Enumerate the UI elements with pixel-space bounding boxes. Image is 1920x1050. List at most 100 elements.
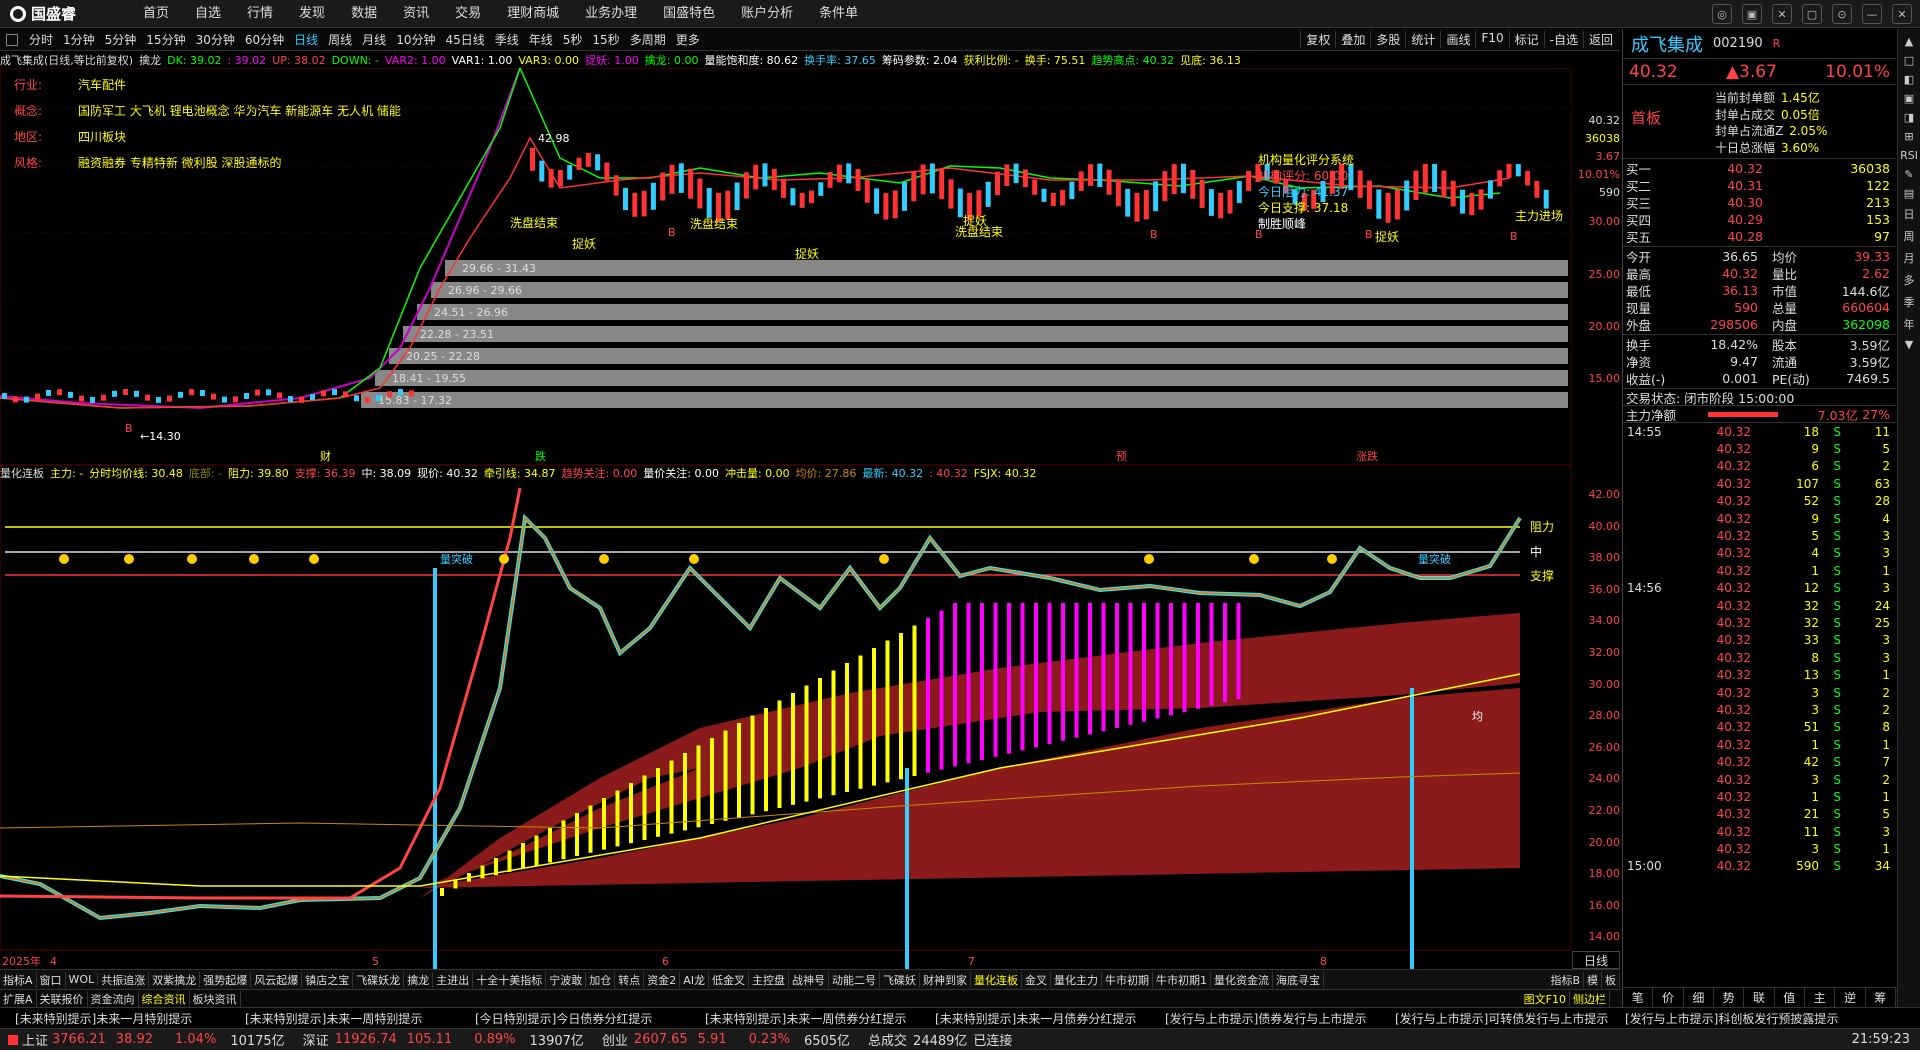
bottom-tab[interactable]: 关联报价 [37, 990, 88, 1007]
menu-交易[interactable]: 交易 [442, 0, 494, 28]
side-tool-icon[interactable]: ✎ [1898, 168, 1920, 181]
news-item[interactable]: [未来特别提示]未来一周特别提示 [245, 1010, 460, 1027]
menu-账户分析[interactable]: 账户分析 [728, 0, 806, 28]
side-tool-icon[interactable]: 年 [1898, 316, 1920, 332]
formula-tab[interactable]: 动能二号 [829, 971, 880, 988]
quote-tab[interactable]: 联 [1744, 988, 1775, 1007]
formula-tab[interactable]: 十全十美指标 [473, 971, 547, 988]
side-tool-icon[interactable]: ▣ [1898, 92, 1920, 105]
formula-tab[interactable]: 指标B [1547, 971, 1584, 988]
window-control-icon[interactable]: ⊙ [1832, 4, 1852, 24]
quote-tab[interactable]: 主 [1805, 988, 1836, 1007]
formula-tab[interactable]: 金叉 [1022, 971, 1051, 988]
menu-首页[interactable]: 首页 [130, 0, 182, 28]
period-年线[interactable]: 年线 [524, 31, 558, 48]
period-周线[interactable]: 周线 [323, 31, 357, 48]
stock-name[interactable]: 成飞集成 [1631, 31, 1703, 57]
formula-tab[interactable]: 双紫擒龙 [149, 971, 201, 988]
window-control-icon[interactable]: ▢ [1802, 4, 1822, 24]
side-tool-icon[interactable]: 日 [1898, 206, 1920, 222]
formula-tab[interactable]: 量化连板 [971, 971, 1022, 988]
side-tool-icon[interactable]: ▼ [1898, 338, 1920, 351]
tool--自选[interactable]: -自选 [1543, 31, 1583, 48]
side-tool-icon[interactable]: □ [1898, 54, 1920, 67]
period-60分钟[interactable]: 60分钟 [240, 31, 289, 48]
quote-tab[interactable]: 细 [1684, 988, 1714, 1007]
quote-tab[interactable]: 值 [1775, 988, 1805, 1007]
formula-tab[interactable]: 量化资金流 [1211, 971, 1273, 988]
period-多周期[interactable]: 多周期 [625, 31, 671, 48]
period-更多[interactable]: 更多 [671, 31, 705, 48]
side-tool-icon[interactable]: 周 [1898, 228, 1920, 244]
tool-F10[interactable]: F10 [1475, 31, 1508, 48]
period-5分钟[interactable]: 5分钟 [100, 31, 142, 48]
tool-复权[interactable]: 复权 [1300, 31, 1335, 48]
period-季线[interactable]: 季线 [490, 31, 524, 48]
news-item[interactable]: [发行与上市提示]可转债发行与上市提示 [1395, 1010, 1610, 1027]
bottom-tab[interactable]: 扩展A [0, 990, 37, 1007]
period-45日线[interactable]: 45日线 [440, 31, 489, 48]
formula-tab[interactable]: 飞碟妖龙 [353, 971, 405, 988]
news-item[interactable]: [发行与上市提示]债券发行与上市提示 [1165, 1010, 1380, 1027]
formula-tab[interactable]: 飞碟妖 [880, 971, 920, 988]
formula-tab[interactable]: 风云起爆 [251, 971, 303, 988]
chart-canvas[interactable]: 29.66 - 31.43 26.96 - 29.66 24.51 - 26.96 2… [0, 68, 1572, 969]
formula-tab[interactable]: 模 [1584, 971, 1602, 988]
menu-理财商城[interactable]: 理财商城 [494, 0, 572, 28]
window-control-icon[interactable]: ✕ [1772, 4, 1792, 24]
bottom-tab[interactable]: 图文F10 [1521, 990, 1570, 1007]
menu-条件单[interactable]: 条件单 [806, 0, 871, 28]
window-control-icon[interactable]: ◎ [1712, 4, 1732, 24]
formula-tab[interactable]: WOL [66, 973, 99, 986]
news-item[interactable]: [未来特别提示]未来一月债券分红提示 [935, 1010, 1150, 1027]
window-control-icon[interactable]: — [1862, 4, 1882, 24]
period-10分钟[interactable]: 10分钟 [391, 31, 440, 48]
formula-tab[interactable]: 战神号 [789, 971, 829, 988]
quote-tab[interactable]: 筹 [1866, 988, 1896, 1007]
news-item[interactable]: [发行与上市提示]科创板发行预披露提示 [1625, 1010, 1840, 1027]
news-item[interactable]: [今日特别提示]今日债券分红提示 [475, 1010, 690, 1027]
side-tool-icon[interactable]: ⊞ [1898, 130, 1920, 143]
period-日线[interactable]: 日线 [289, 31, 323, 48]
period-5秒[interactable]: 5秒 [558, 31, 588, 48]
menu-业务办理[interactable]: 业务办理 [572, 0, 650, 28]
menu-资讯[interactable]: 资讯 [390, 0, 442, 28]
window-control-icon[interactable]: ▣ [1742, 4, 1762, 24]
quote-tab[interactable]: 价 [1653, 988, 1684, 1007]
quote-tab[interactable]: 逆 [1835, 988, 1866, 1007]
menu-发现[interactable]: 发现 [286, 0, 338, 28]
side-tool-icon[interactable]: 多 [1898, 272, 1920, 288]
window-control-icon[interactable]: ✕ [1892, 4, 1912, 24]
menu-自选[interactable]: 自选 [182, 0, 234, 28]
period-分时[interactable]: 分时 [24, 31, 58, 48]
side-tool-icon[interactable]: 月 [1898, 250, 1920, 266]
formula-tab[interactable]: 指标A [0, 971, 37, 988]
side-tool-icon[interactable]: RSI [1898, 149, 1920, 162]
formula-tab[interactable]: 宁波敢 [546, 971, 587, 988]
menu-数据[interactable]: 数据 [338, 0, 390, 28]
bottom-tab[interactable]: 板块资讯 [190, 990, 241, 1007]
side-tool-icon[interactable]: ◨ [1898, 111, 1920, 124]
side-tool-icon[interactable]: ▲ [1898, 35, 1920, 48]
formula-tab[interactable]: 加仓 [586, 971, 616, 988]
period-1分钟[interactable]: 1分钟 [58, 31, 100, 48]
side-tool-icon[interactable]: ◧ [1898, 73, 1920, 86]
formula-tab[interactable]: 牛市初期 [1102, 971, 1153, 988]
formula-tab[interactable]: 资金2 [644, 971, 681, 988]
quote-tab[interactable]: 势 [1714, 988, 1745, 1007]
formula-tab[interactable]: 主控盘 [749, 971, 789, 988]
formula-tab[interactable]: 共振追涨 [98, 971, 150, 988]
formula-tab[interactable]: 低金叉 [709, 971, 749, 988]
period-月线[interactable]: 月线 [357, 31, 391, 48]
period-15秒[interactable]: 15秒 [587, 31, 624, 48]
formula-tab[interactable]: 牛市初期1 [1153, 971, 1211, 988]
bottom-tab[interactable]: 侧边栏 [1570, 990, 1610, 1007]
layout-icon[interactable] [6, 33, 18, 46]
tool-画线[interactable]: 画线 [1440, 31, 1475, 48]
side-tool-icon[interactable]: ▤ [1898, 187, 1920, 200]
formula-tab[interactable]: 板 [1602, 971, 1620, 988]
formula-tab[interactable]: 擒龙 [404, 971, 434, 988]
app-logo[interactable]: 国盛睿 [0, 3, 130, 24]
bottom-tab[interactable]: 综合资讯 [139, 990, 190, 1007]
news-item[interactable]: [未来特别提示]未来一周债券分红提示 [705, 1010, 920, 1027]
